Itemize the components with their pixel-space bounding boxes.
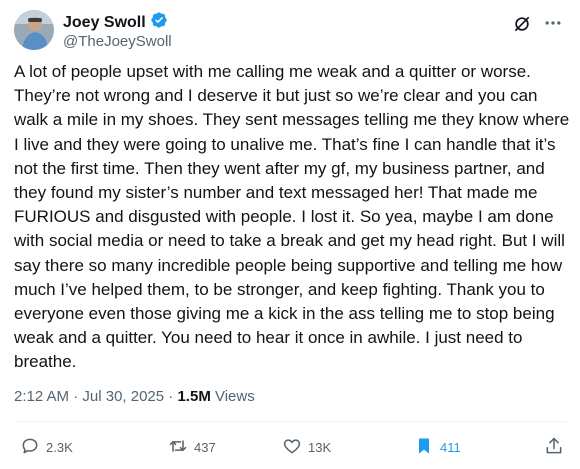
tweet-date[interactable]: Jul 30, 2025 (82, 387, 164, 407)
tweet-metadata: 2:12 AM · Jul 30, 2025 · 1.5M Views (14, 387, 255, 407)
reply-icon (20, 436, 40, 459)
reply-button[interactable]: 2.3K (20, 436, 73, 459)
repost-count: 437 (194, 440, 216, 455)
reply-count: 2.3K (46, 440, 73, 455)
bookmark-button[interactable]: 411 (414, 436, 461, 459)
avatar[interactable] (14, 10, 54, 50)
bookmark-icon (414, 436, 434, 459)
author-handle[interactable]: @TheJoeySwoll (63, 33, 172, 51)
verified-badge-icon (150, 11, 168, 34)
grok-icon[interactable] (512, 14, 532, 34)
meta-separator: · (164, 388, 178, 405)
views-count[interactable]: 1.5M (177, 387, 210, 407)
like-button[interactable]: 13K (282, 436, 331, 459)
like-count: 13K (308, 440, 332, 455)
action-bar: 2.3K 437 13K 411 (14, 430, 566, 462)
tweet-header: Joey Swoll @TheJoeySwoll (14, 8, 566, 56)
repost-button[interactable]: 437 (168, 436, 216, 459)
heart-icon (282, 436, 302, 459)
share-button[interactable] (544, 436, 564, 459)
tweet-time[interactable]: 2:12 AM (14, 387, 69, 407)
more-options-icon[interactable] (542, 12, 564, 34)
views-label: Views (210, 388, 255, 405)
bookmark-count: 411 (440, 440, 461, 455)
meta-separator: · (69, 388, 83, 405)
tweet-text: A lot of people upset with me calling me… (14, 62, 570, 372)
repost-icon (168, 436, 188, 459)
name-row: Joey Swoll (63, 11, 168, 34)
author-name[interactable]: Joey Swoll (63, 13, 146, 33)
divider (14, 421, 566, 422)
share-icon (544, 436, 564, 459)
